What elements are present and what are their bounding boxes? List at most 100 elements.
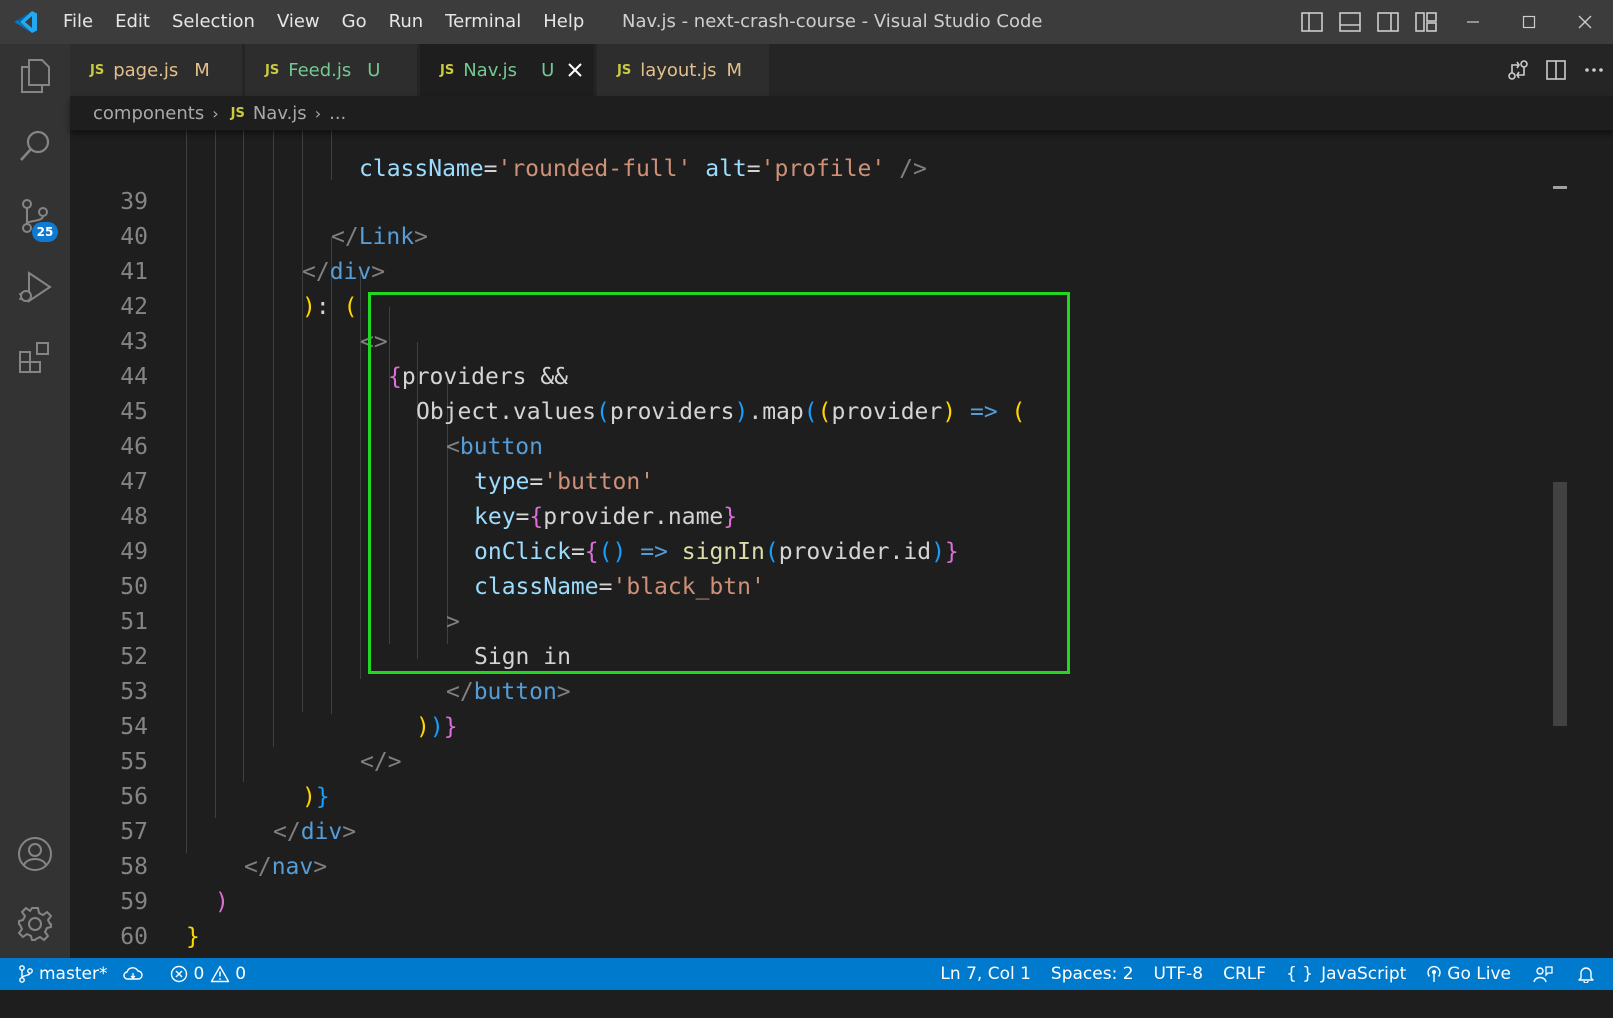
search-button[interactable] [0,114,70,178]
branch-name: master* [39,964,108,984]
split-editor-button[interactable] [1537,44,1575,96]
menu-file[interactable]: File [52,0,104,44]
tab-label: layout.js [640,59,717,81]
close-window-button[interactable] [1557,0,1613,44]
toggle-panel-button[interactable] [1331,0,1369,44]
language-mode[interactable]: { } JavaScript [1276,958,1416,990]
manage-button[interactable] [0,892,70,956]
customize-layout-button[interactable] [1407,0,1445,44]
toggle-secondary-sidebar-button[interactable] [1369,0,1407,44]
branch-status[interactable]: master* [0,958,115,990]
highlight-annotation-box [368,292,1070,674]
run-debug-icon [19,271,52,303]
title-bar: File Edit Selection View Go Run Terminal… [0,0,1613,44]
split-editor-icon [1546,60,1566,80]
tab-label: Feed.js [288,59,352,81]
code-line-54: 54 </> [70,675,1550,775]
menu-run[interactable]: Run [378,0,435,44]
language-braces-icon: { } [1286,964,1314,984]
encoding-status[interactable]: UTF-8 [1144,958,1214,990]
menu-view[interactable]: View [266,0,331,44]
js-file-icon: JS [90,62,105,78]
minimize-icon [1467,21,1479,23]
error-count: 0 [193,964,205,984]
open-changes-button[interactable] [1499,44,1537,96]
tab-feed-js[interactable]: JS Feed.js U [245,44,417,96]
code-line: className='rounded-full' alt='profile' /… [70,130,1550,182]
warning-icon [211,965,230,983]
extensions-button[interactable] [0,326,70,390]
minimize-button[interactable] [1445,0,1501,44]
sidebar-layout-icon [1301,12,1323,32]
explorer-button[interactable] [0,44,70,108]
code-line-42: 42 <> [70,255,1550,355]
editor-actions [1499,44,1613,96]
cursor-position[interactable]: Ln 7, Col 1 [930,958,1041,990]
secondary-sidebar-icon [1377,12,1399,32]
tab-status: U [367,59,381,81]
files-icon [21,59,50,93]
menu-selection[interactable]: Selection [161,0,266,44]
code-line-59: 59 } [70,850,1550,950]
status-bar: master* 0 0 Ln 7, Col 1 Spaces: 2 UTF-8 … [0,958,1613,990]
tab-label: page.js [113,59,179,81]
code-line-39: 39 </Link> [70,150,1550,250]
menu-bar: File Edit Selection View Go Run Terminal… [52,0,595,44]
error-icon [171,965,188,983]
indentation-status[interactable]: Spaces: 2 [1041,958,1144,990]
eol-status[interactable]: CRLF [1213,958,1276,990]
notifications-button[interactable] [1570,958,1613,990]
menu-go[interactable]: Go [331,0,378,44]
panel-layout-icon [1339,12,1361,32]
search-icon [20,130,50,161]
vscode-logo-icon [0,0,52,44]
code-line-61: 61 export default Nav [70,920,1550,955]
maximize-icon [1522,15,1536,29]
broadcast-icon [1427,965,1441,982]
run-debug-button[interactable] [0,256,70,320]
code-line-60: 60 [70,885,1550,950]
scrollbar-cursor-marker [1553,186,1567,189]
menu-help[interactable]: Help [532,0,595,44]
accounts-button[interactable] [0,822,70,886]
window-bottom-edge [0,990,1613,1018]
ellipsis-icon [1585,68,1603,72]
toggle-primary-sidebar-button[interactable] [1293,0,1331,44]
tab-status: M [194,59,210,81]
menu-terminal[interactable]: Terminal [434,0,532,44]
maximize-button[interactable] [1501,0,1557,44]
language-label: JavaScript [1321,964,1407,984]
sync-button[interactable] [115,958,156,990]
tab-nav-js[interactable]: JS Nav.js U [420,44,594,96]
code-line-40: 40 </div> [70,185,1550,285]
scrollbar-thumb[interactable] [1553,482,1567,726]
close-tab-button[interactable] [566,61,584,79]
js-file-icon: JS [617,62,632,78]
compare-changes-icon [1508,60,1528,80]
js-file-icon: JS [265,62,280,78]
close-icon [1578,15,1592,29]
breadcrumb-symbol[interactable]: ... [329,103,346,124]
bell-icon [1578,967,1594,983]
activity-bar: 25 [0,44,70,986]
js-file-icon: JS [230,105,245,121]
js-file-icon: JS [440,62,455,78]
tab-page-js[interactable]: JS page.js M [70,44,242,96]
more-actions-button[interactable] [1575,44,1613,96]
code-line-55: 55 )} [70,710,1550,810]
chevron-right-icon: › [314,103,322,123]
breadcrumb-folder[interactable]: components [93,103,204,124]
breadcrumb-file[interactable]: Nav.js [253,103,307,124]
go-live-button[interactable]: Go Live [1416,958,1521,990]
problems-status[interactable]: 0 0 [156,958,254,990]
git-branch-icon [19,965,33,983]
tab-status: U [541,59,555,81]
code-line-57: 57 </nav> [70,780,1550,880]
feedback-button[interactable] [1521,958,1570,990]
source-control-button[interactable]: 25 [0,184,70,248]
tab-layout-js[interactable]: JS layout.js M [597,44,769,96]
menu-edit[interactable]: Edit [104,0,161,44]
breadcrumb: components › JS Nav.js › ... [70,96,1613,130]
customize-layout-icon [1415,12,1437,32]
go-live-label: Go Live [1447,964,1511,984]
